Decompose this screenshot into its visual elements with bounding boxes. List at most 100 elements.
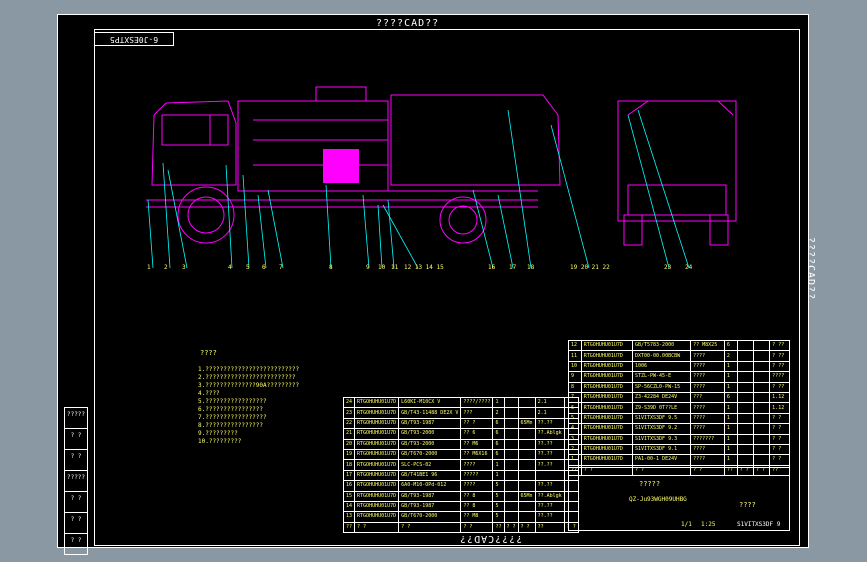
table-cell: ???? xyxy=(690,381,725,393)
table-cell: L60KI-M10CX V xyxy=(398,396,462,409)
table-cell xyxy=(752,433,771,445)
table-cell: ? ?? xyxy=(769,339,790,352)
part-number: QZ-Ju93WGH09UHBG xyxy=(629,496,687,503)
table-cell xyxy=(503,448,519,461)
table-cell: 4 xyxy=(568,423,582,435)
leader-4 xyxy=(225,164,233,269)
table-cell: RTGOHUHU01U7D xyxy=(580,350,633,362)
table-cell: 16 xyxy=(342,480,356,492)
table-cell xyxy=(517,407,536,419)
table-cell xyxy=(752,412,771,425)
table-cell: 1 xyxy=(568,454,582,466)
table-cell xyxy=(503,407,519,419)
table-cell: ? ? xyxy=(398,521,462,534)
table-cell: GB/T43-11488 DE2X V xyxy=(398,407,462,419)
table-cell: ? ? xyxy=(460,521,494,534)
table-cell xyxy=(503,511,519,523)
table-cell: 24 xyxy=(342,396,356,409)
table-cell: ?? 6 xyxy=(460,428,494,440)
balloon-4: 4 xyxy=(228,264,232,271)
table-row: 17 RTGOHUHU01U7D GB/T41BE1 96????? 1 xyxy=(342,469,579,482)
table-cell: 20 xyxy=(342,438,356,450)
table-cell: ???? xyxy=(690,412,725,425)
table-cell: ? ? xyxy=(503,521,519,534)
top-box xyxy=(315,86,367,102)
table-cell: ???? xyxy=(690,402,725,414)
table-cell: RTGOHUHU01U7D xyxy=(354,480,400,492)
leader-2 xyxy=(162,162,171,269)
table-cell: ?? M6 xyxy=(460,438,494,450)
table-cell: S1VITXS3DF 9.3 xyxy=(631,433,692,445)
balloon-5: 5 xyxy=(246,264,250,271)
table-cell: ??.?? xyxy=(534,511,565,523)
table-cell: RTGOHUHU01U7D xyxy=(580,454,633,466)
table-cell: 11 xyxy=(568,350,582,362)
table-cell xyxy=(736,391,754,404)
table-row: 12 RTGOHUHU01U7D GB/T5783-2000?? M8X25 6 ? ?… xyxy=(568,339,790,352)
note-line: 8.???????????????? xyxy=(198,422,264,429)
table-cell xyxy=(736,412,754,425)
table-cell: ??.?? xyxy=(534,500,565,513)
table-row: 16 RTGOHUHU01U7D 6A0-M10-OPd-012???? 5??.?? xyxy=(342,480,579,492)
note-line: 4.???? xyxy=(198,390,220,397)
table-cell: ? ? xyxy=(769,454,790,466)
table-cell: ??.?? xyxy=(534,459,565,471)
table-cell xyxy=(736,433,754,445)
drawing-sheet: ????CAD?? ????CAD?? ????CAD?? 6-J0ESXTP5 xyxy=(57,14,816,555)
table-row: 15 RTGOHUHU01U7D GB/T93-1987?? 8 5 65Mn ??.Ab… xyxy=(342,490,579,502)
table-cell: 1 xyxy=(723,402,738,414)
table-row: 10 RTGOHUHU01U7D 1006???? 1 ? ?? xyxy=(568,360,790,373)
balloon-7: 7 xyxy=(279,264,283,271)
front-wheel xyxy=(177,186,235,244)
table-cell: S1VITXS3DF 9.5 xyxy=(631,412,692,425)
table-cell: 1 xyxy=(723,454,738,466)
balloon-12-15: 12 13 14 15 xyxy=(404,264,444,271)
balloon-1: 1 xyxy=(147,264,151,271)
table-row: 24 RTGOHUHU01U7D L60KI-M10CX V ????/???? 1 2.… xyxy=(342,396,579,409)
table-cell: ?? M8X25 xyxy=(690,339,725,352)
balloon-9: 9 xyxy=(366,264,370,271)
table-cell: 23 xyxy=(342,407,356,419)
table-cell: 2 xyxy=(723,350,738,362)
table-cell: 6 xyxy=(723,339,738,352)
table-cell: 5 xyxy=(492,500,505,513)
title-drawing-code: S1VITXS3DF 9 xyxy=(737,521,781,528)
table-cell: ?? xyxy=(534,521,565,534)
table-cell: ???? xyxy=(690,360,725,373)
drawing-title: ???? xyxy=(739,501,756,509)
leader-16 xyxy=(472,189,494,269)
table-cell: 14 xyxy=(342,500,356,513)
table-cell xyxy=(503,500,519,513)
table-cell: 18 xyxy=(342,459,356,471)
table-cell: SP-56CZL0-PW-15 xyxy=(631,381,692,393)
table-cell: GB/T93-1987 xyxy=(398,490,462,502)
table-cell: ???? xyxy=(690,443,725,456)
table-cell: ??.Ablgk xyxy=(534,428,565,440)
table-cell: 1 xyxy=(723,433,738,445)
table-row: 20 RTGOHUHU01U7D GB/T93-2000?? M6 6??.?? xyxy=(342,438,579,450)
table-cell xyxy=(736,402,754,414)
leader-12 xyxy=(382,204,419,269)
table-cell: 10 xyxy=(568,360,582,373)
table-cell: 5 xyxy=(492,511,505,523)
note-line: 9.????????? xyxy=(198,430,238,437)
table-cell: RTGOHUHU01U7D xyxy=(580,360,633,373)
table-cell: ??.Ablgk xyxy=(534,490,565,502)
balloon-11: 11 xyxy=(391,264,399,271)
table-cell: ??.?? xyxy=(534,438,565,450)
table-cell: ??.?? xyxy=(534,417,565,430)
table-cell: GB/T670-2000 xyxy=(398,511,462,523)
leader-19 xyxy=(550,124,590,269)
table-cell: RTGOHUHU01U7D xyxy=(580,402,633,414)
sheet-number: 1/1 xyxy=(681,521,692,528)
note-line: 6.???????????????? xyxy=(198,406,264,413)
table-cell: 9 xyxy=(568,371,582,383)
rear-view-outline xyxy=(617,100,737,222)
balloon-8: 8 xyxy=(329,264,333,271)
table-cell: ?? xyxy=(492,521,505,534)
table-cell: ???? xyxy=(690,423,725,435)
table-row: 2 RTGOHUHU01U7D S1VITXS3DF 9.1???? 1 ? ? xyxy=(568,443,790,456)
balloon-24: 24 xyxy=(685,264,693,271)
table-cell: 1 xyxy=(492,469,505,482)
table-cell xyxy=(503,396,519,409)
